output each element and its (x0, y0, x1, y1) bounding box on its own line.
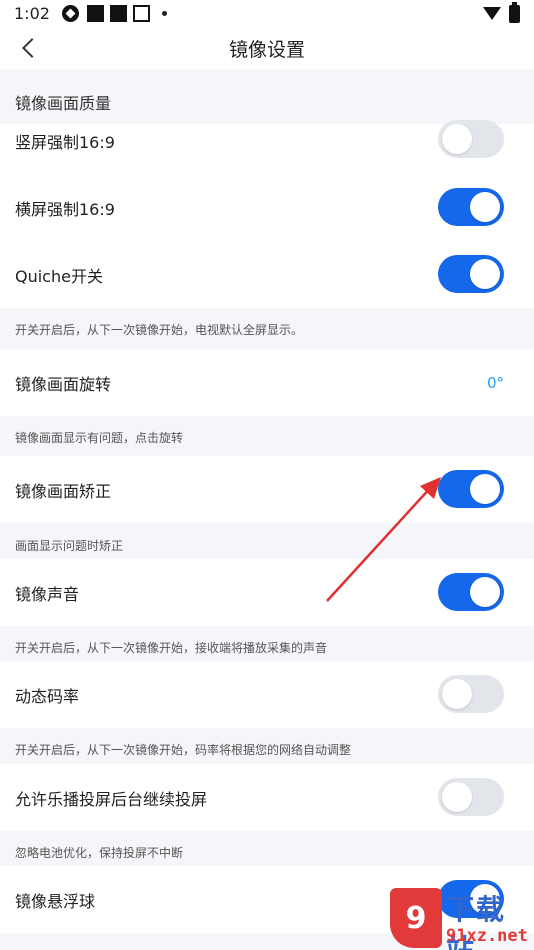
wifi-icon (483, 7, 501, 20)
watermark-url: 91xz.net (446, 926, 528, 946)
setting-label: 动态码率 (15, 686, 80, 706)
notification-icon (132, 5, 150, 22)
status-bar: 1:02 (0, 0, 534, 27)
quiche-hint: 开关开启后，从下一次镜像开始，电视默认全屏显示。 (15, 323, 304, 337)
setting-label: 允许乐播投屏后台继续投屏 (15, 789, 208, 809)
rotation-hint: 镜像画面显示有问题，点击旋转 (15, 431, 184, 445)
notification-icon (109, 5, 127, 22)
correction-hint: 画面显示问题时矫正 (15, 539, 124, 553)
toggle-knob (470, 192, 500, 222)
setting-row-landscape-force: 横屏强制16:9 (0, 174, 534, 241)
background-hint: 忽略电池优化，保持投屏不中断 (15, 846, 184, 860)
setting-row-rotation[interactable]: 镜像画面旋转 0° (0, 349, 534, 416)
toggle-knob (442, 124, 472, 154)
bitrate-hint: 开关开启后，从下一次镜像开始，码率将根据您的网络自动调整 (15, 743, 352, 757)
quiche-toggle[interactable] (438, 255, 504, 293)
toggle-knob (470, 259, 500, 289)
rotation-value[interactable]: 0° (487, 374, 504, 392)
setting-label: 竖屏强制16:9 (15, 133, 115, 152)
section-title-quality: 镜像画面质量 (15, 94, 112, 113)
setting-label: Quiche开关 (15, 266, 103, 286)
sound-toggle[interactable] (438, 573, 504, 611)
toggle-knob (442, 782, 472, 812)
back-arrow-icon[interactable] (18, 37, 40, 59)
setting-row-correction: 镜像画面矫正 (0, 456, 534, 523)
notification-icon (86, 5, 104, 22)
setting-label: 镜像画面矫正 (15, 481, 112, 501)
battery-icon (509, 1, 520, 23)
setting-label: 镜像悬浮球 (15, 891, 96, 911)
setting-label: 镜像画面旋转 (15, 374, 112, 394)
setting-row-sound: 镜像声音 (0, 559, 534, 626)
page-title: 镜像设置 (228, 38, 305, 61)
toggle-knob (470, 474, 500, 504)
sync-icon (61, 5, 79, 22)
toggle-knob (470, 577, 500, 607)
more-notifications-icon (161, 11, 167, 16)
toggle-knob (442, 679, 472, 709)
watermark-logo: 9 (390, 888, 442, 948)
landscape-force-toggle[interactable] (438, 188, 504, 226)
watermark: 9 下载站 91xz.net (390, 888, 534, 950)
correction-toggle[interactable] (438, 470, 504, 508)
title-bar: 镜像设置 (0, 27, 534, 69)
status-time: 1:02 (14, 4, 50, 23)
portrait-force-toggle[interactable] (438, 120, 504, 158)
setting-row-quiche: Quiche开关 (0, 241, 534, 308)
sound-hint: 开关开启后，从下一次镜像开始，接收端将播放采集的声音 (15, 641, 328, 655)
bitrate-toggle[interactable] (438, 675, 504, 713)
background-toggle[interactable] (438, 778, 504, 816)
setting-label: 镜像声音 (15, 584, 80, 604)
setting-row-portrait-force: 竖屏强制16:9 (0, 120, 534, 174)
setting-row-bitrate: 动态码率 (0, 661, 534, 728)
setting-label: 横屏强制16:9 (15, 199, 115, 219)
setting-row-background: 允许乐播投屏后台继续投屏 (0, 764, 534, 831)
